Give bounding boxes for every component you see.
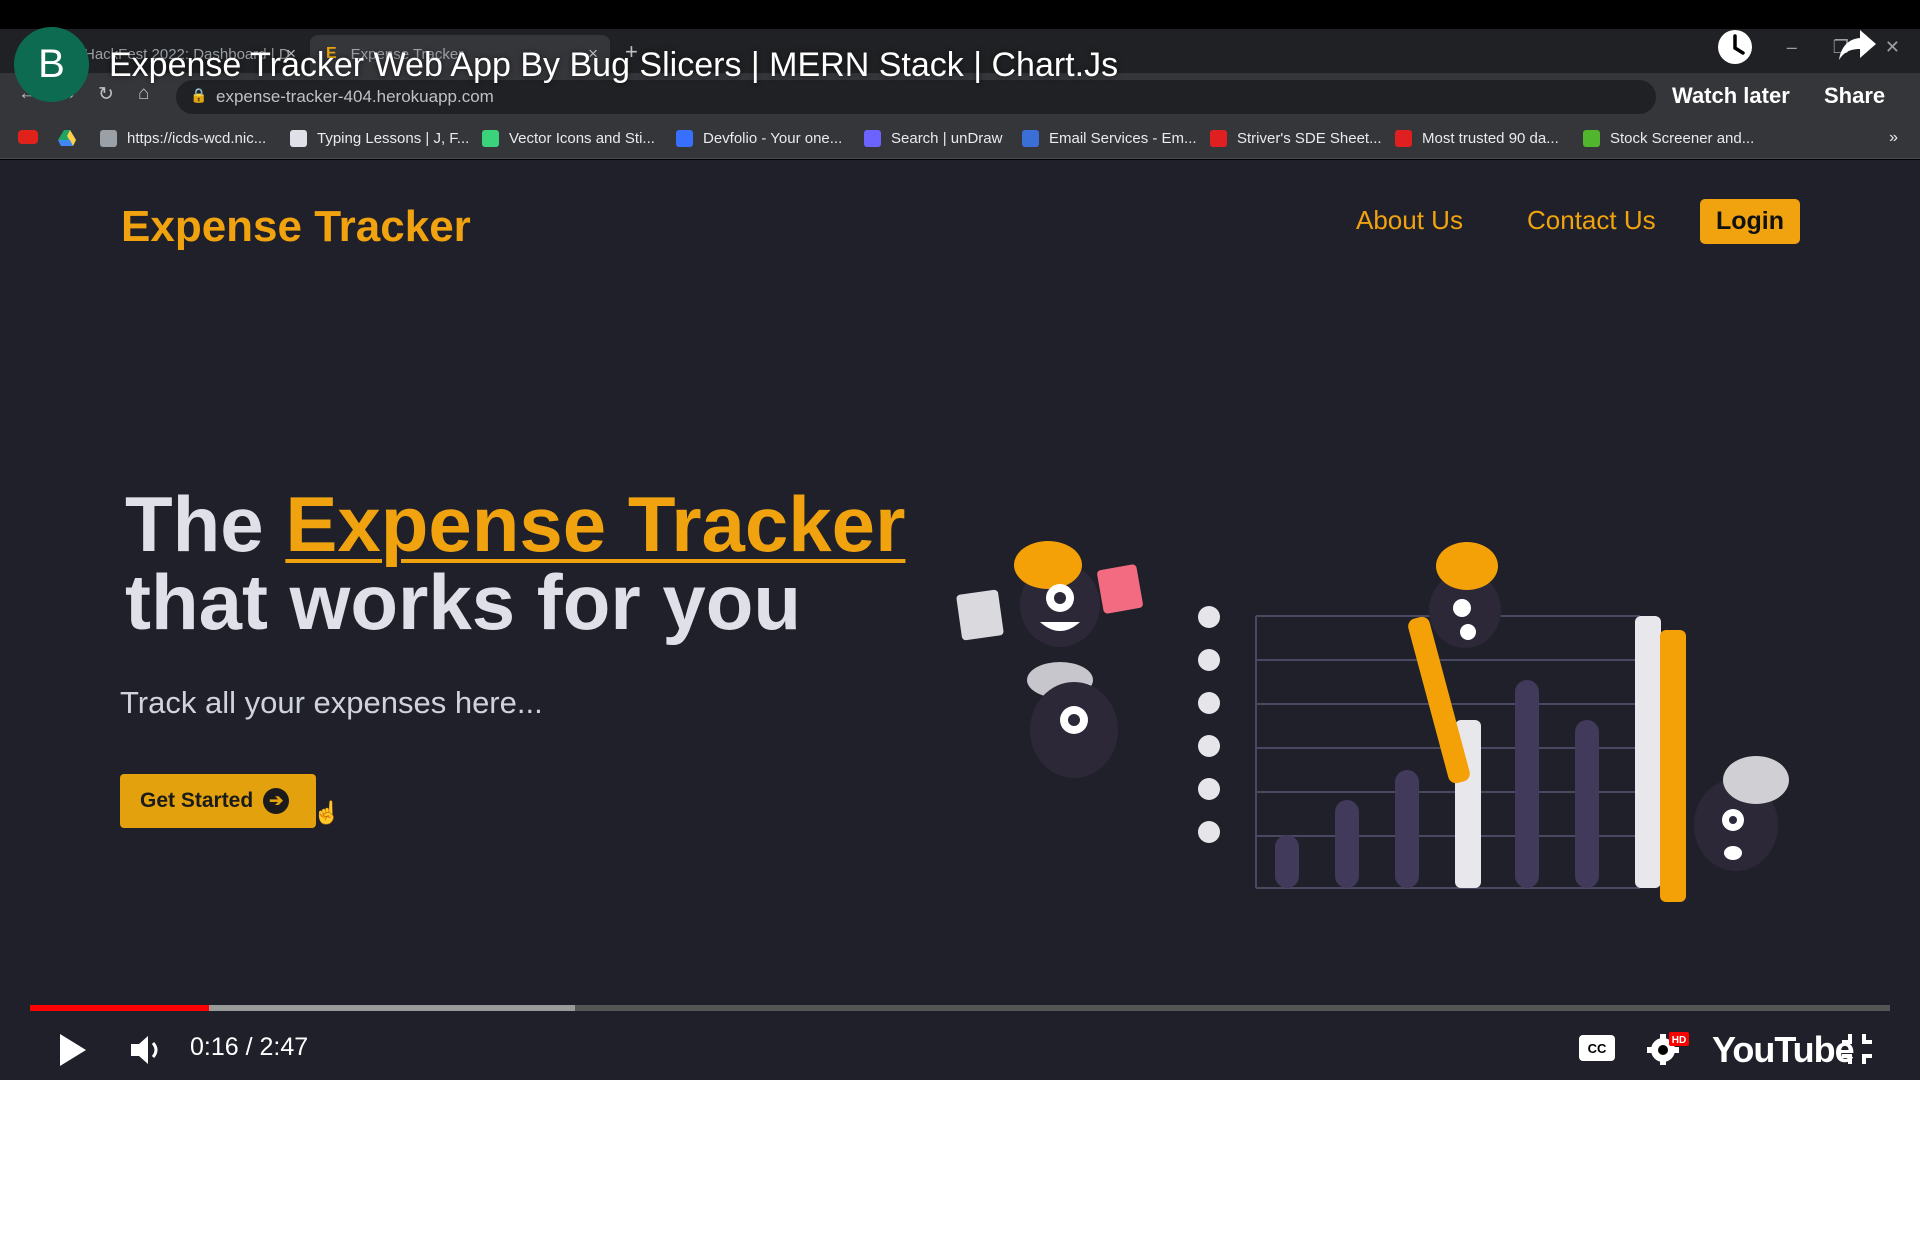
volume-icon[interactable]: [128, 1032, 164, 1068]
video-title[interactable]: Expense Tracker Web App By Bug Slicers |…: [109, 46, 1118, 85]
bookmark-item[interactable]: Search | unDraw: [864, 130, 1002, 147]
hero-title-accent: Expense Tracker: [285, 480, 906, 568]
tuf-icon: [1210, 130, 1227, 147]
get-started-label: Get Started: [140, 789, 254, 812]
minimize-icon[interactable]: –: [1787, 37, 1797, 58]
bookmark-label: Striver's SDE Sheet...: [1237, 130, 1382, 147]
nav-about-us[interactable]: About Us: [1356, 205, 1463, 236]
youtube-bookmark-icon[interactable]: [18, 130, 48, 144]
hero-subtitle: Track all your expenses here...: [120, 685, 543, 720]
mouse-cursor-icon: ☝: [313, 800, 341, 825]
share-label[interactable]: Share: [1824, 83, 1885, 109]
login-button[interactable]: Login: [1700, 199, 1800, 244]
bookmark-item[interactable]: Striver's SDE Sheet...: [1210, 130, 1382, 147]
progress-bar[interactable]: [30, 1005, 1890, 1011]
video-player[interactable]: HackFest 2022: Dashboard | D × E Expense…: [0, 0, 1920, 1080]
share-icon[interactable]: [1838, 28, 1878, 62]
hd-badge: HD: [1672, 1035, 1686, 1046]
settings-icon[interactable]: HD: [1645, 1030, 1691, 1066]
youtube-logo[interactable]: YouTube: [1712, 1029, 1855, 1071]
more-bookmarks-icon[interactable]: »: [1889, 129, 1898, 147]
bookmark-label: Search | unDraw: [891, 130, 1003, 147]
drive-bookmark-icon[interactable]: [58, 130, 76, 146]
exit-fullscreen-icon[interactable]: [1840, 1032, 1874, 1066]
captions-icon[interactable]: CC: [1578, 1034, 1616, 1062]
monster-left-illustration: [956, 541, 1143, 778]
url-field[interactable]: 🔒 expense-tracker-404.herokuapp.com: [176, 80, 1656, 114]
dots-illustration: [1198, 606, 1220, 843]
bookmark-label: Typing Lessons | J, F...: [317, 130, 470, 147]
typing-icon: [290, 130, 307, 147]
reload-icon[interactable]: ↻: [98, 83, 114, 106]
chart-illustration: [1255, 615, 1686, 902]
hero-title-line2: that works for you: [125, 558, 802, 646]
home-icon[interactable]: ⌂: [138, 83, 149, 105]
bookmark-label: https://icds-wcd.nic...: [127, 130, 267, 147]
vector-icon: [482, 130, 499, 147]
bookmark-item[interactable]: Vector Icons and Sti...: [482, 130, 655, 147]
progress-played: [30, 1005, 209, 1011]
bookmark-label: Most trusted 90 da...: [1422, 130, 1559, 147]
nav-contact-us[interactable]: Contact Us: [1527, 205, 1656, 236]
hero-title: The Expense Tracker that works for you: [125, 485, 905, 641]
lock-icon: 🔒: [190, 87, 208, 103]
bookmark-item[interactable]: Email Services - Em...: [1022, 130, 1197, 147]
undraw-icon: [864, 130, 881, 147]
site-logo[interactable]: Expense Tracker: [121, 202, 471, 252]
globe-icon: [100, 130, 117, 147]
bookmark-label: Email Services - Em...: [1049, 130, 1197, 147]
player-controls: 0:16 / 2:47 CC HD YouTube: [0, 1020, 1920, 1080]
play-icon[interactable]: [56, 1031, 90, 1069]
devfolio-icon: [676, 130, 693, 147]
bookmark-label: Stock Screener and...: [1610, 130, 1755, 147]
monster-top-illustration: [1429, 542, 1501, 648]
bookmark-item[interactable]: Typing Lessons | J, F...: [290, 130, 469, 147]
bookmark-item[interactable]: Stock Screener and...: [1583, 130, 1754, 147]
url-text: expense-tracker-404.herokuapp.com: [216, 87, 494, 106]
email-icon: [1022, 130, 1039, 147]
website-page: Expense Tracker About Us Contact Us Logi…: [0, 160, 1920, 1080]
hero-title-prefix: The: [125, 480, 286, 568]
bookmark-label: Vector Icons and Sti...: [509, 130, 655, 147]
chart-icon: [1583, 130, 1600, 147]
bookmarks-bar: https://icds-wcd.nic... Typing Lessons | …: [0, 121, 1920, 159]
bookmark-item[interactable]: Most trusted 90 da...: [1395, 130, 1559, 147]
time-display: 0:16 / 2:47: [190, 1033, 309, 1061]
monster-right-illustration: ellipse: [1694, 756, 1789, 871]
bookmark-label: Devfolio - Your one...: [703, 130, 843, 147]
arrow-right-icon: ➔: [263, 788, 290, 814]
watch-later-label[interactable]: Watch later: [1672, 83, 1790, 109]
close-window-icon[interactable]: ✕: [1885, 37, 1900, 58]
channel-avatar[interactable]: B: [14, 27, 89, 102]
bookmark-item[interactable]: https://icds-wcd.nic...: [100, 130, 266, 147]
svg-text:CC: CC: [1588, 1041, 1607, 1056]
watch-later-icon[interactable]: [1715, 27, 1755, 67]
get-started-button[interactable]: Get Started ➔: [120, 774, 316, 828]
tuf-icon: [1395, 130, 1412, 147]
bookmark-item[interactable]: Devfolio - Your one...: [676, 130, 842, 147]
hero-illustration: ellipse: [956, 541, 1789, 902]
